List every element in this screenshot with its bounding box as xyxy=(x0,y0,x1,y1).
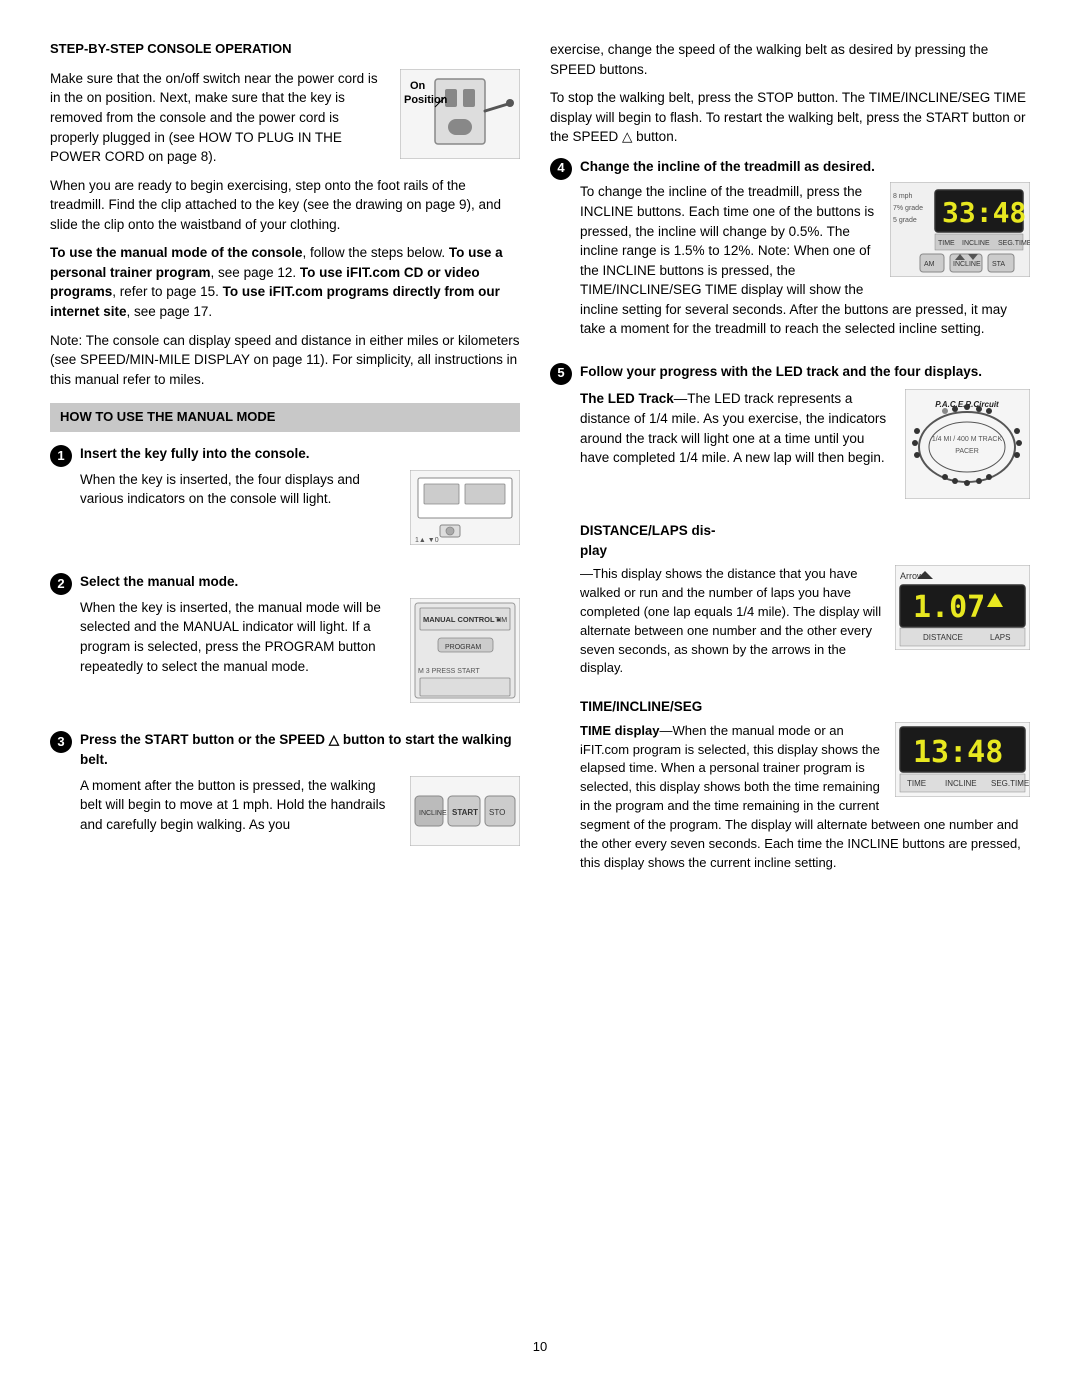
svg-text:5 grade: 5 grade xyxy=(893,217,917,224)
intro-p3-rest2: , see page 12. xyxy=(211,265,300,280)
distance-display-image: Arrow 1.07 DISTANCE LAPS xyxy=(895,565,1030,656)
svg-text:7% grade: 7% grade xyxy=(893,205,923,212)
intro-p3-rest3: , refer to page 15. xyxy=(112,284,222,299)
step-3-body: INCLINE START STO A moment xyxy=(80,776,520,860)
step-4-title: Change the incline of the treadmill as d… xyxy=(580,157,1030,177)
svg-text:STO: STO xyxy=(489,808,505,817)
svg-text:M 3 PRESS START: M 3 PRESS START xyxy=(418,668,480,675)
step-1-content: Insert the key fully into the console. xyxy=(80,444,520,558)
svg-text:INCLINE: INCLINE xyxy=(962,240,990,247)
time-section: 13:48 TIME INCLINE SEG.TIME TIME display… xyxy=(580,722,1030,882)
step-2-content: Select the manual mode. MANUAL CONTROL ● xyxy=(80,572,520,716)
svg-text:Position: Position xyxy=(404,94,448,106)
distance-section: Arrow 1.07 DISTANCE LAPS xyxy=(580,565,1030,687)
svg-text:TIM: TIM xyxy=(495,617,507,624)
step-1-title: Insert the key fully into the console. xyxy=(80,444,520,464)
incline-display-image: 8 mph 7% grade 5 grade 33:48 TIME INCLIN… xyxy=(890,182,1030,283)
step-4-content: Change the incline of the treadmill as d… xyxy=(580,157,1030,348)
step-5-content: Follow your progress with the LED track … xyxy=(580,362,1030,882)
time-display-label: TIME display xyxy=(580,723,659,738)
step-2-number: 2 xyxy=(50,573,72,595)
page-number: 10 xyxy=(50,1338,1030,1357)
time-subtitle: TIME/INCLINE/SEG xyxy=(580,697,1030,717)
step-1-body: 1▲ ▼0 When the key is inserted, the four… xyxy=(80,470,520,559)
left-column: STEP-BY-STEP CONSOLE OPERATION xyxy=(50,40,520,1318)
svg-text:TIME: TIME xyxy=(907,779,926,788)
svg-text:SEG.TIME: SEG.TIME xyxy=(991,779,1029,788)
svg-text:MANUAL CONTROL ●: MANUAL CONTROL ● xyxy=(423,615,501,624)
svg-text:On: On xyxy=(410,80,426,92)
step-5-title: Follow your progress with the LED track … xyxy=(580,362,1030,382)
intro-p3: To use the manual mode of the console, f… xyxy=(50,243,520,321)
svg-text:PROGRAM: PROGRAM xyxy=(445,644,481,651)
intro-p3-rest1: , follow the steps below. xyxy=(303,245,449,260)
right-p1: exercise, change the speed of the walkin… xyxy=(550,40,1030,79)
distance-subtitle: DISTANCE/LAPS dis- play xyxy=(580,521,1030,560)
page: STEP-BY-STEP CONSOLE OPERATION xyxy=(0,0,1080,1397)
svg-text:INCLINE: INCLINE xyxy=(953,261,981,268)
step-2: 2 Select the manual mode. MANUAL CONTROL xyxy=(50,572,520,716)
time-display-image: 13:48 TIME INCLINE SEG.TIME xyxy=(895,722,1030,803)
manual-mode-header: HOW TO USE THE MANUAL MODE xyxy=(50,403,520,432)
svg-text:AM: AM xyxy=(924,261,935,268)
svg-text:SEG.TIME: SEG.TIME xyxy=(998,240,1030,247)
right-p2: To stop the walking belt, press the STOP… xyxy=(550,88,1030,147)
intro-p3-rest4: , see page 17. xyxy=(127,304,213,319)
led-track-image: P.A.C.E.R.Circuit xyxy=(905,389,1030,505)
step-3-number: 3 xyxy=(50,731,72,753)
step-3: 3 Press the START button or the SPEED △ … xyxy=(50,730,520,859)
on-position-image: On Position xyxy=(400,69,520,165)
svg-text:13:48: 13:48 xyxy=(913,735,1003,770)
start-buttons-image: INCLINE START STO xyxy=(410,776,520,852)
svg-text:INCLINE: INCLINE xyxy=(945,779,977,788)
step-4: 4 Change the incline of the treadmill as… xyxy=(550,157,1030,348)
svg-text:8 mph: 8 mph xyxy=(893,193,913,200)
step-5: 5 Follow your progress with the LED trac… xyxy=(550,362,1030,882)
distance-title2: play xyxy=(580,543,607,558)
step-2-body: MANUAL CONTROL ● TIM PROGRAM M 3 PRESS S… xyxy=(80,598,520,717)
svg-text:STA: STA xyxy=(992,261,1005,268)
step-5-number: 5 xyxy=(550,363,572,385)
step-1: 1 Insert the key fully into the console. xyxy=(50,444,520,558)
intro-section: On Position Make sure that the on/off sw… xyxy=(50,69,520,244)
led-track-section: P.A.C.E.R.Circuit xyxy=(580,389,1030,513)
distance-title-bold: DISTANCE/LAPS dis- xyxy=(580,523,716,538)
svg-text:INCLINE: INCLINE xyxy=(419,810,447,817)
step-3-title: Press the START button or the SPEED △ bu… xyxy=(80,730,520,769)
step-2-title: Select the manual mode. xyxy=(80,572,520,592)
key-console-image: 1▲ ▼0 xyxy=(410,470,520,551)
step-1-number: 1 xyxy=(50,445,72,467)
note-para: Note: The console can display speed and … xyxy=(50,331,520,390)
svg-text:START: START xyxy=(452,808,478,817)
svg-text:PACER: PACER xyxy=(955,448,979,455)
step-4-number: 4 xyxy=(550,158,572,180)
manual-mode-image: MANUAL CONTROL ● TIM PROGRAM M 3 PRESS S… xyxy=(410,598,520,709)
intro-p2: When you are ready to begin exercising, … xyxy=(50,176,520,235)
svg-text:33:48: 33:48 xyxy=(942,196,1026,229)
led-track-title: The LED Track xyxy=(580,391,674,406)
svg-text:1▲ ▼0: 1▲ ▼0 xyxy=(415,537,439,544)
right-column: exercise, change the speed of the walkin… xyxy=(550,40,1030,1318)
svg-text:DISTANCE: DISTANCE xyxy=(923,633,963,642)
step-3-content: Press the START button or the SPEED △ bu… xyxy=(80,730,520,859)
svg-text:TIME: TIME xyxy=(938,240,955,247)
step-4-body: 8 mph 7% grade 5 grade 33:48 TIME INCLIN… xyxy=(580,182,1030,348)
intro-p3-bold1: To use the manual mode of the console xyxy=(50,245,303,260)
svg-text:1/4 MI / 400 M TRACK: 1/4 MI / 400 M TRACK xyxy=(932,436,1003,443)
section-title: STEP-BY-STEP CONSOLE OPERATION xyxy=(50,40,520,59)
svg-text:LAPS: LAPS xyxy=(990,633,1010,642)
svg-text:1.07: 1.07 xyxy=(913,590,985,625)
time-title-bold: TIME/INCLINE/SEG xyxy=(580,699,702,714)
